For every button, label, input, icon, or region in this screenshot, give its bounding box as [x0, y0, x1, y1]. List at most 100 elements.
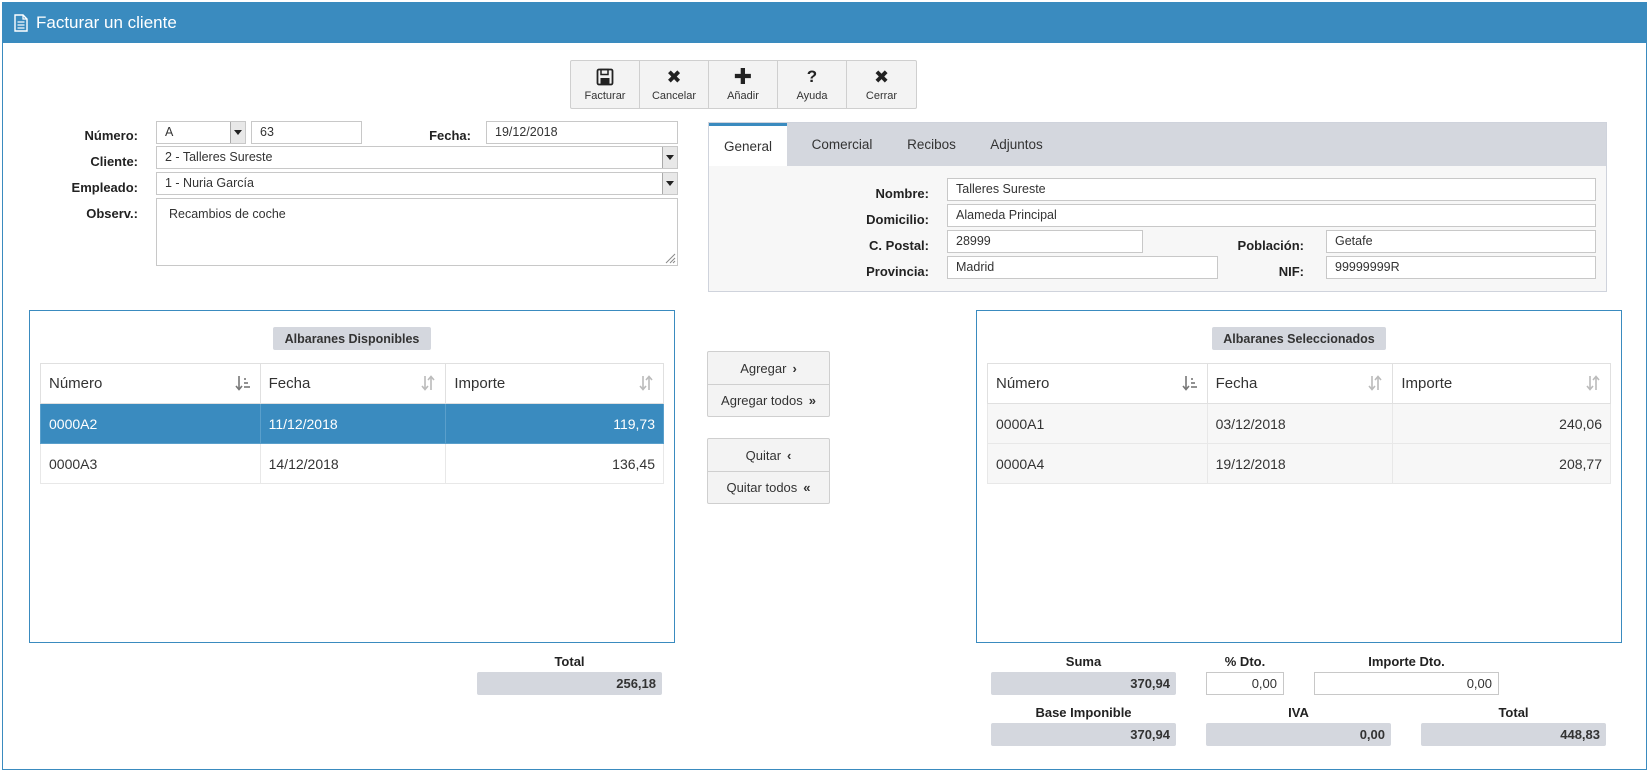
col-header-fecha[interactable]: Fecha: [1206, 363, 1394, 404]
empleado-value: 1 - Nuria García: [165, 176, 254, 190]
sort-asc-icon: [1182, 376, 1197, 391]
cell-numero: 0000A2: [40, 403, 261, 444]
quitar-button[interactable]: Quitar ‹: [708, 439, 829, 471]
suma-label: Suma: [1065, 654, 1102, 669]
sort-icon: [1586, 375, 1600, 391]
col-header-fecha[interactable]: Fecha: [259, 363, 447, 404]
add-button-group: Agregar › Agregar todos »: [707, 351, 830, 417]
cell-fecha: 19/12/2018: [1206, 443, 1394, 484]
numero-field[interactable]: 63: [251, 121, 362, 144]
iva-label: IVA: [1288, 705, 1309, 720]
cpostal-field[interactable]: 28999: [947, 230, 1143, 253]
quitar-todos-button[interactable]: Quitar todos «: [708, 471, 829, 503]
importe-dto-field[interactable]: 0,00: [1314, 672, 1499, 695]
agregar-todos-label: Agregar todos: [721, 393, 803, 408]
importe-dto-label: Importe Dto.: [1368, 654, 1445, 669]
client-tab-panel: General Comercial Recibos Adjuntos Nombr…: [708, 122, 1607, 292]
sort-icon: [1368, 375, 1382, 391]
fecha-field[interactable]: 19/12/2018: [486, 121, 678, 144]
nombre-field[interactable]: Talleres Sureste: [947, 178, 1596, 201]
cell-numero: 0000A4: [987, 443, 1208, 484]
table-row[interactable]: 0000A1 03/12/2018 240,06: [987, 403, 1611, 444]
poblacion-label: Población:: [1237, 238, 1304, 253]
col-header-importe[interactable]: Importe: [1392, 363, 1611, 404]
sort-icon: [639, 375, 653, 391]
nif-label: NIF:: [1278, 264, 1304, 279]
cell-numero: 0000A3: [40, 443, 261, 484]
observ-textarea[interactable]: Recambios de coche: [156, 198, 678, 266]
cell-fecha: 03/12/2018: [1206, 403, 1394, 444]
tab-bar: General Comercial Recibos Adjuntos: [709, 123, 1606, 166]
cliente-select[interactable]: 2 - Talleres Sureste: [156, 146, 678, 169]
quitar-label: Quitar: [745, 447, 782, 463]
anadir-label: Añadir: [727, 90, 759, 102]
sort-asc-icon: [235, 376, 250, 391]
domicilio-label: Domicilio:: [866, 212, 929, 227]
provincia-field[interactable]: Madrid: [947, 256, 1218, 279]
cliente-value: 2 - Talleres Sureste: [165, 150, 273, 164]
facturar-button[interactable]: Facturar: [571, 61, 640, 108]
chevron-down-icon[interactable]: [230, 122, 245, 143]
save-icon: [596, 67, 614, 87]
iva-value: 0,00: [1206, 723, 1391, 746]
tab-comercial[interactable]: Comercial: [792, 123, 892, 166]
available-list-caption: Albaranes Disponibles: [273, 327, 431, 350]
nombre-label: Nombre:: [875, 186, 929, 201]
suma-value: 370,94: [991, 672, 1176, 695]
serie-select[interactable]: A: [156, 121, 246, 144]
x-icon: ✖: [873, 67, 890, 87]
cerrar-button[interactable]: ✖ Cerrar: [847, 61, 916, 108]
selected-table: Número Fecha Importe 0000A1 03/12/2018 2…: [987, 363, 1611, 484]
selected-list-caption: Albaranes Seleccionados: [1212, 327, 1386, 350]
facturar-label: Facturar: [584, 90, 626, 102]
col-label: Número: [49, 375, 103, 392]
cerrar-label: Cerrar: [865, 90, 898, 102]
cell-numero: 0000A1: [987, 403, 1208, 444]
anadir-button[interactable]: ✚ Añadir: [709, 61, 778, 108]
toolbar: Facturar ✖ Cancelar ✚ Añadir ? Ayuda ✖ C…: [570, 60, 917, 109]
invoice-window: Facturar un cliente Facturar ✖ Cancelar …: [2, 2, 1647, 770]
dto-label: % Dto.: [1224, 654, 1266, 669]
col-header-importe[interactable]: Importe: [445, 363, 664, 404]
cell-importe: 119,73: [445, 403, 664, 444]
agregar-label: Agregar: [740, 360, 787, 376]
col-header-numero[interactable]: Número: [987, 363, 1208, 404]
tab-recibos[interactable]: Recibos: [894, 123, 969, 166]
domicilio-field[interactable]: Alameda Principal: [947, 204, 1596, 227]
dto-field[interactable]: 0,00: [1206, 672, 1284, 695]
total-label: Total: [1498, 705, 1529, 720]
col-label: Fecha: [268, 375, 311, 392]
double-chevron-right-icon: »: [808, 393, 816, 408]
ayuda-button[interactable]: ? Ayuda: [778, 61, 847, 108]
chevron-down-icon[interactable]: [662, 173, 677, 194]
cliente-label: Cliente:: [90, 154, 138, 169]
table-row[interactable]: 0000A2 11/12/2018 119,73: [40, 403, 664, 444]
agregar-todos-button[interactable]: Agregar todos »: [708, 384, 829, 416]
cell-importe: 136,45: [445, 443, 664, 484]
poblacion-field[interactable]: Getafe: [1326, 230, 1596, 253]
available-table-header: Número Fecha Importe: [40, 363, 664, 404]
agregar-button[interactable]: Agregar ›: [708, 352, 829, 384]
cancelar-button[interactable]: ✖ Cancelar: [640, 61, 709, 108]
table-row[interactable]: 0000A4 19/12/2018 208,77: [987, 443, 1611, 484]
remove-button-group: Quitar ‹ Quitar todos «: [707, 438, 830, 504]
tab-general[interactable]: General: [709, 123, 787, 166]
ayuda-label: Ayuda: [796, 90, 828, 102]
cancelar-label: Cancelar: [651, 90, 697, 102]
cell-fecha: 11/12/2018: [259, 403, 447, 444]
cpostal-label: C. Postal:: [869, 238, 929, 253]
resize-grip-icon[interactable]: [664, 252, 676, 264]
available-total-value: 256,18: [477, 672, 662, 695]
chevron-left-icon: ‹: [787, 447, 792, 463]
empleado-select[interactable]: 1 - Nuria García: [156, 172, 678, 195]
plus-icon: ✚: [733, 64, 753, 89]
tab-adjuntos[interactable]: Adjuntos: [969, 123, 1064, 166]
col-header-numero[interactable]: Número: [40, 363, 261, 404]
table-row[interactable]: 0000A3 14/12/2018 136,45: [40, 443, 664, 484]
question-icon: ?: [806, 67, 818, 86]
provincia-label: Provincia:: [866, 264, 929, 279]
chevron-down-icon[interactable]: [662, 147, 677, 168]
available-list-panel: Albaranes Disponibles Número Fecha Impor…: [29, 310, 675, 643]
nif-field[interactable]: 99999999R: [1326, 256, 1596, 279]
quitar-todos-label: Quitar todos: [726, 480, 798, 495]
